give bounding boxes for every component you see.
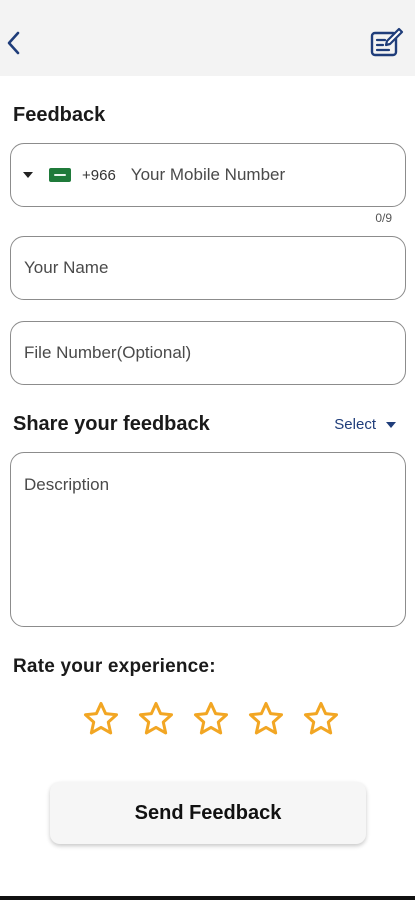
dial-code: +966 <box>82 166 116 184</box>
star-icon[interactable] <box>82 700 120 738</box>
back-button[interactable] <box>2 28 24 58</box>
send-feedback-button[interactable]: Send Feedback <box>50 782 366 844</box>
page-title: Feedback <box>13 104 106 126</box>
name-placeholder: Your Name <box>24 258 109 277</box>
compose-feedback-button[interactable] <box>369 26 405 60</box>
file-number-field[interactable]: File Number(Optional) <box>10 321 406 385</box>
feedback-section-title: Share your feedback <box>13 413 210 435</box>
bottom-divider <box>0 896 415 900</box>
file-number-placeholder: File Number(Optional) <box>24 343 192 362</box>
top-bar <box>0 0 415 76</box>
description-field[interactable]: Description <box>10 452 406 627</box>
mobile-number-counter: 0/9 <box>375 211 392 225</box>
star-icon[interactable] <box>137 700 175 738</box>
name-field[interactable]: Your Name <box>10 236 406 300</box>
edit-note-icon <box>370 27 404 57</box>
description-placeholder: Description <box>24 475 110 494</box>
mobile-number-placeholder: Your Mobile Number <box>130 165 286 184</box>
chevron-down-icon <box>386 421 396 428</box>
chevron-left-icon <box>7 31 20 55</box>
star-icon[interactable] <box>247 700 285 738</box>
star-icon[interactable] <box>302 700 340 738</box>
send-feedback-label: Send Feedback <box>134 801 282 824</box>
saudi-flag-icon[interactable] <box>49 168 71 182</box>
star-icon[interactable] <box>192 700 230 738</box>
star-rating <box>82 700 340 738</box>
mobile-number-field[interactable]: +966 Your Mobile Number <box>10 143 406 207</box>
feedback-type-select[interactable]: Select <box>334 416 396 433</box>
rating-title: Rate your experience: <box>13 656 216 677</box>
phone-input-row: +966 Your Mobile Number <box>23 144 285 206</box>
country-dropdown-caret-icon[interactable] <box>23 172 33 178</box>
select-label: Select <box>334 416 376 433</box>
